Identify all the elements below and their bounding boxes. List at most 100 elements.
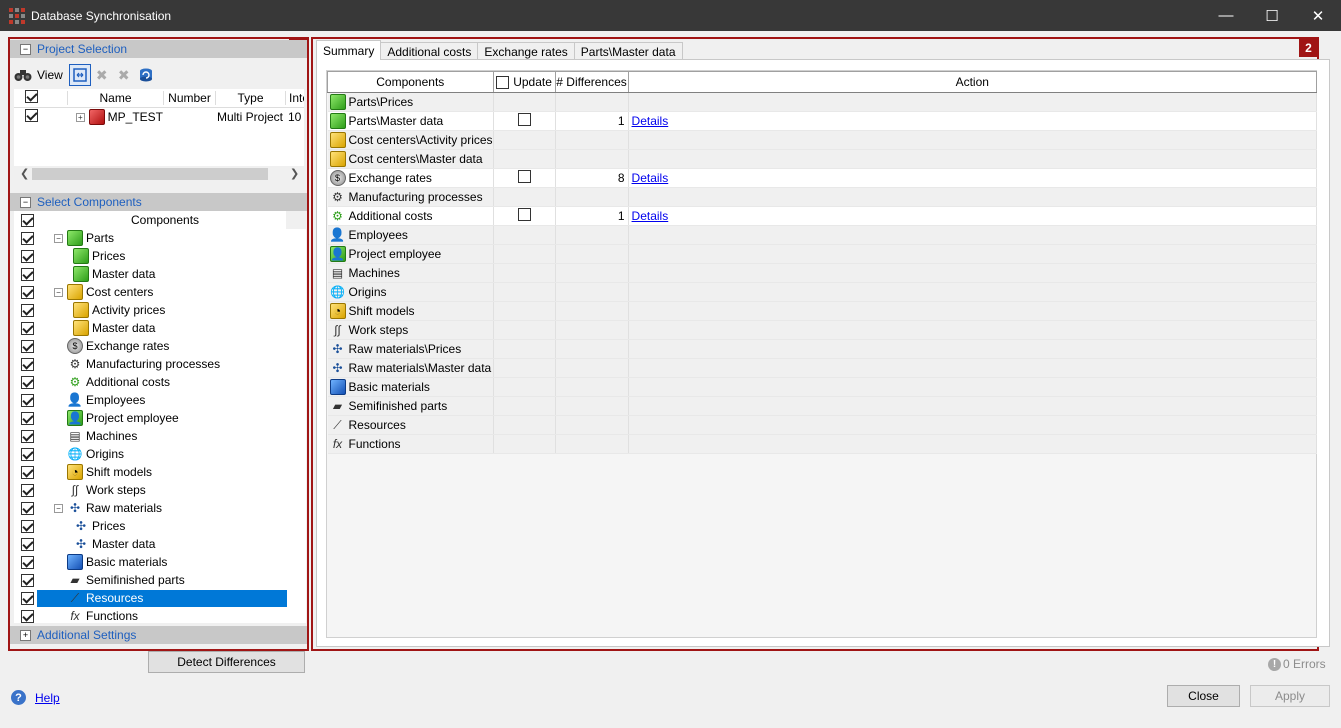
tree-item[interactable]: − ✣ Raw materials [14, 499, 306, 517]
component-checkbox[interactable] [21, 249, 34, 263]
component-checkbox[interactable] [21, 555, 34, 569]
tree-item[interactable]: fx Functions [14, 607, 306, 623]
table-row[interactable]: Parts\Master data 1 Details [327, 111, 1318, 131]
tree-item[interactable]: 🌐 Origins [14, 445, 306, 463]
tab-summary[interactable]: Summary [316, 40, 382, 60]
update-all-checkbox[interactable] [496, 75, 510, 89]
details-link[interactable]: Details [629, 209, 669, 223]
tree-item[interactable]: 👤 Employees [14, 391, 306, 409]
details-link[interactable]: Details [629, 114, 669, 128]
fit-view-icon[interactable] [68, 64, 91, 86]
scrollbar-thumb[interactable] [32, 168, 268, 180]
component-checkbox[interactable] [21, 591, 34, 605]
components-column-header[interactable]: Components [327, 71, 494, 93]
table-row[interactable]: fx Functions [327, 434, 1318, 454]
tree-item[interactable]: ⚙ Manufacturing processes [14, 355, 306, 373]
help-icon[interactable]: ? [11, 690, 26, 705]
table-row[interactable]: ⟋ Resources [327, 415, 1318, 435]
close-button[interactable]: Close [1167, 685, 1240, 707]
type-column-header[interactable]: Type [215, 91, 285, 105]
table-row[interactable]: Basic materials [327, 377, 1318, 397]
apply-button[interactable]: Apply [1250, 685, 1330, 707]
component-checkbox[interactable] [21, 303, 34, 317]
table-row[interactable]: ∫∫ Work steps [327, 320, 1318, 340]
details-link[interactable]: Details [629, 171, 669, 185]
component-checkbox[interactable] [21, 321, 34, 335]
tree-item[interactable]: Master data [14, 265, 306, 283]
tree-item[interactable]: ⚙ Additional costs [14, 373, 306, 391]
component-checkbox[interactable] [21, 483, 34, 497]
update-checkbox[interactable] [517, 208, 531, 221]
tree-item[interactable]: ✣ Prices [14, 517, 306, 535]
component-checkbox[interactable] [21, 231, 34, 245]
tree-item[interactable]: ✣ Master data [14, 535, 306, 553]
component-checkbox[interactable] [21, 609, 34, 623]
component-checkbox[interactable] [21, 375, 34, 389]
tree-item[interactable]: 👤 Project employee [14, 409, 306, 427]
select-all-projects-checkbox[interactable] [25, 90, 38, 103]
tree-item[interactable]: ∫∫ Work steps [14, 481, 306, 499]
component-checkbox[interactable] [21, 573, 34, 587]
table-row[interactable]: ▰ Semifinished parts [327, 396, 1318, 416]
action-column-header[interactable]: Action [627, 71, 1318, 93]
collapse-icon[interactable]: − [54, 503, 63, 513]
table-row[interactable]: ✣ Raw materials\Master data [327, 358, 1318, 378]
project-row[interactable]: + MP_TEST Multi Project 10 [14, 108, 304, 126]
update-checkbox[interactable] [517, 113, 531, 126]
component-checkbox[interactable] [21, 267, 34, 281]
table-row[interactable]: Parts\Prices [327, 92, 1318, 112]
tree-item[interactable]: Activity prices [14, 301, 306, 319]
component-checkbox[interactable] [21, 285, 34, 299]
select-all-components-checkbox[interactable] [21, 213, 34, 227]
scroll-left-icon[interactable]: ❮ [20, 167, 29, 180]
component-checkbox[interactable] [21, 465, 34, 479]
collapse-icon[interactable]: − [54, 233, 63, 243]
table-row[interactable]: ✣ Raw materials\Prices [327, 339, 1318, 359]
table-row[interactable]: ⚙ Additional costs 1 Details [327, 206, 1318, 226]
project-grid-scrollbar[interactable]: ❮ ❯ [14, 166, 304, 182]
minimize-button[interactable]: — [1203, 0, 1249, 31]
tree-item[interactable]: ◔ Shift models [14, 463, 306, 481]
tree-item[interactable]: Prices [14, 247, 306, 265]
project-selection-header[interactable]: − Project Selection [10, 40, 307, 58]
differences-column-header[interactable]: # Differences [554, 71, 629, 93]
tree-item[interactable]: ▤ Machines [14, 427, 306, 445]
table-row[interactable]: 🌐 Origins [327, 282, 1318, 302]
table-row[interactable]: Cost centers\Activity prices [327, 130, 1318, 150]
help-link[interactable]: Help [35, 691, 60, 705]
scroll-right-icon[interactable]: ❯ [290, 167, 299, 180]
component-checkbox[interactable] [21, 447, 34, 461]
collapse-icon[interactable]: − [54, 287, 63, 297]
update-column-header[interactable]: Update [492, 71, 556, 93]
close-window-button[interactable]: ✕ [1295, 0, 1341, 31]
table-row[interactable]: ⚙ Manufacturing processes [327, 187, 1318, 207]
table-row[interactable]: 👤 Project employee [327, 244, 1318, 264]
table-row[interactable]: ▤ Machines [327, 263, 1318, 283]
update-checkbox[interactable] [517, 170, 531, 183]
component-checkbox[interactable] [21, 537, 34, 551]
additional-settings-header[interactable]: + Additional Settings [10, 626, 307, 644]
expand-icon[interactable]: + [20, 629, 31, 641]
collapse-icon[interactable]: − [20, 196, 31, 208]
tree-item[interactable]: − Parts [14, 229, 306, 247]
project-checkbox[interactable] [25, 109, 38, 122]
component-checkbox[interactable] [21, 501, 34, 515]
component-checkbox[interactable] [21, 429, 34, 443]
table-row[interactable]: $ Exchange rates 8 Details [327, 168, 1318, 188]
tree-item[interactable]: ▰ Semifinished parts [14, 571, 306, 589]
table-row[interactable]: 👤 Employees [327, 225, 1318, 245]
collapse-icon[interactable]: − [20, 43, 31, 55]
select-components-header[interactable]: − Select Components [10, 193, 307, 211]
detect-differences-button[interactable]: Detect Differences [148, 651, 305, 673]
tab-exchange-rates[interactable]: Exchange rates [477, 42, 575, 60]
component-checkbox[interactable] [21, 411, 34, 425]
component-checkbox[interactable] [21, 519, 34, 533]
component-checkbox[interactable] [21, 339, 34, 353]
maximize-button[interactable]: ☐ [1249, 0, 1295, 31]
tab-parts-master-data[interactable]: Parts\Master data [573, 42, 683, 60]
refresh-database-icon[interactable] [135, 64, 157, 86]
delete-icon[interactable]: ✖ [91, 64, 113, 86]
tab-additional-costs[interactable]: Additional costs [380, 42, 479, 60]
tree-item[interactable]: Basic materials [14, 553, 306, 571]
table-row[interactable]: Cost centers\Master data [327, 149, 1318, 169]
